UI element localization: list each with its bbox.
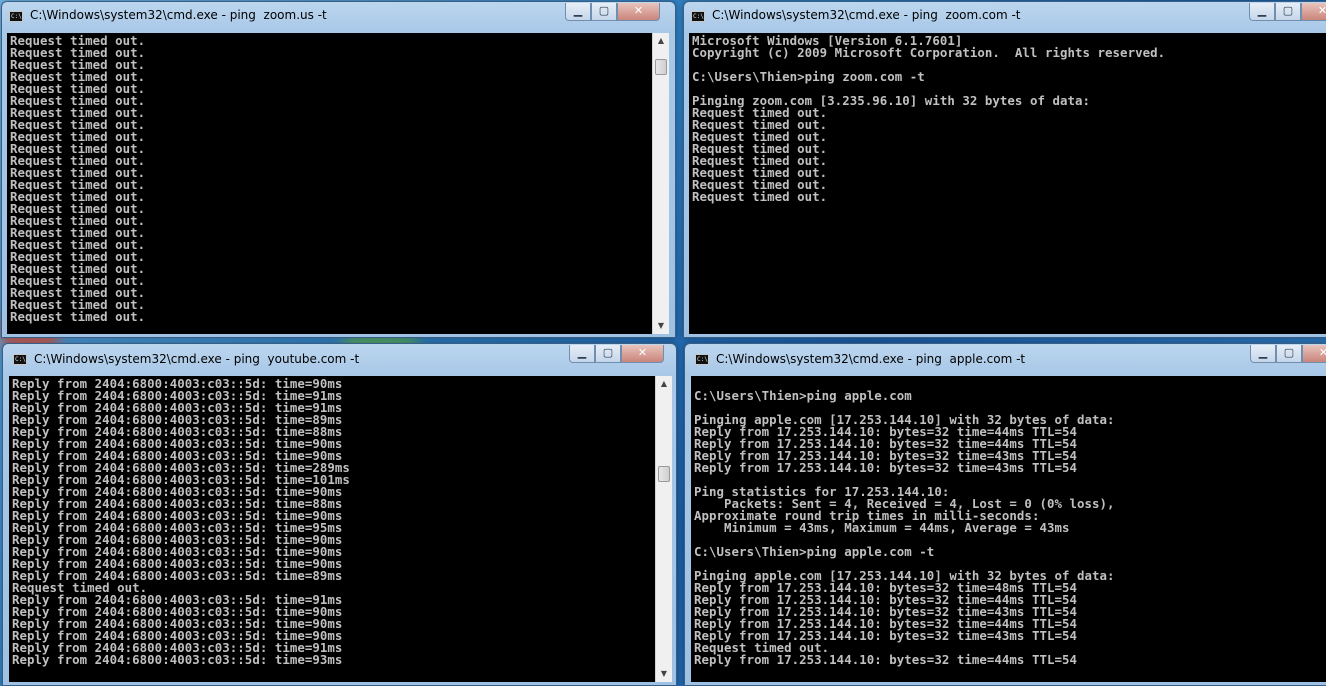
maximize-button[interactable]: ▢ — [1276, 345, 1302, 363]
minimize-button[interactable]: ▁ — [565, 3, 591, 21]
cmd-icon: C:\ — [691, 11, 705, 22]
scroll-up-icon[interactable]: ▲ — [656, 376, 672, 392]
cmd-window-zoom-com[interactable]: C:\ C:\Windows\system32\cmd.exe - ping z… — [683, 1, 1326, 338]
cmd-icon: C:\ — [13, 354, 27, 365]
cmd-icon: C:\ — [9, 11, 23, 22]
window-title: C:\Windows\system32\cmd.exe - ping youtu… — [34, 352, 360, 366]
close-button[interactable]: ✕ — [621, 345, 664, 363]
minimize-button[interactable]: ▁ — [1250, 345, 1276, 363]
console-line: Request timed out. — [10, 309, 146, 324]
console-line: C:\Users\Thien>ping apple.com -t — [694, 544, 935, 559]
minimize-button[interactable]: ▁ — [569, 345, 595, 363]
cmd-window-youtube[interactable]: C:\ C:\Windows\system32\cmd.exe - ping y… — [2, 343, 677, 686]
window-title: C:\Windows\system32\cmd.exe - ping zoom.… — [30, 8, 327, 22]
title-bar[interactable]: C:\ C:\Windows\system32\cmd.exe - ping a… — [685, 344, 1326, 374]
scroll-up-icon[interactable]: ▲ — [653, 33, 669, 49]
console-output[interactable]: C:\Users\Thien>ping apple.com Pinging ap… — [691, 376, 1326, 682]
cmd-icon: C:\ — [695, 354, 709, 365]
console-line: Request timed out. — [692, 189, 828, 204]
title-bar[interactable]: C:\ C:\Windows\system32\cmd.exe - ping y… — [3, 344, 676, 374]
minimize-button[interactable]: ▁ — [1249, 3, 1275, 21]
console-line: Copyright (c) 2009 Microsoft Corporation… — [692, 45, 1166, 60]
console-line: C:\Users\Thien>ping apple.com — [694, 388, 912, 403]
cmd-window-zoom-us[interactable]: C:\ C:\Windows\system32\cmd.exe - ping z… — [1, 1, 676, 338]
window-title: C:\Windows\system32\cmd.exe - ping apple… — [716, 352, 1026, 366]
console-output[interactable]: Microsoft Windows [Version 6.1.7601] Copy… — [689, 33, 1326, 334]
console-output[interactable]: Request timed out. Request timed out. Requ… — [7, 33, 652, 334]
title-bar[interactable]: C:\ C:\Windows\system32\cmd.exe - ping z… — [2, 2, 675, 32]
console-line: Reply from 2404:6800:4003:c03::5d: time=… — [12, 652, 343, 667]
title-bar[interactable]: C:\ C:\Windows\system32\cmd.exe - ping z… — [684, 2, 1326, 32]
maximize-button[interactable]: ▢ — [591, 3, 617, 21]
console-line: Minimum = 43ms, Maximum = 44ms, Average … — [694, 520, 1070, 535]
close-button[interactable]: ✕ — [1302, 345, 1326, 363]
vertical-scrollbar[interactable]: ▲ ▼ — [655, 376, 672, 682]
scroll-down-icon[interactable]: ▼ — [656, 666, 672, 682]
close-button[interactable]: ✕ — [617, 3, 660, 21]
window-title: C:\Windows\system32\cmd.exe - ping zoom.… — [712, 8, 1021, 22]
scroll-down-icon[interactable]: ▼ — [653, 318, 669, 334]
console-line: Reply from 17.253.144.10: bytes=32 time=… — [694, 652, 1077, 667]
maximize-button[interactable]: ▢ — [1275, 3, 1301, 21]
scroll-thumb[interactable] — [658, 466, 670, 482]
maximize-button[interactable]: ▢ — [595, 345, 621, 363]
console-line: Reply from 17.253.144.10: bytes=32 time=… — [694, 460, 1077, 475]
scroll-thumb[interactable] — [655, 59, 667, 75]
console-output[interactable]: Reply from 2404:6800:4003:c03::5d: time=… — [9, 376, 655, 682]
vertical-scrollbar[interactable]: ▲ ▼ — [652, 33, 669, 334]
cmd-window-apple[interactable]: C:\ C:\Windows\system32\cmd.exe - ping a… — [684, 343, 1326, 686]
close-button[interactable]: ✕ — [1301, 3, 1326, 21]
console-line: C:\Users\Thien>ping zoom.com -t — [692, 69, 925, 84]
